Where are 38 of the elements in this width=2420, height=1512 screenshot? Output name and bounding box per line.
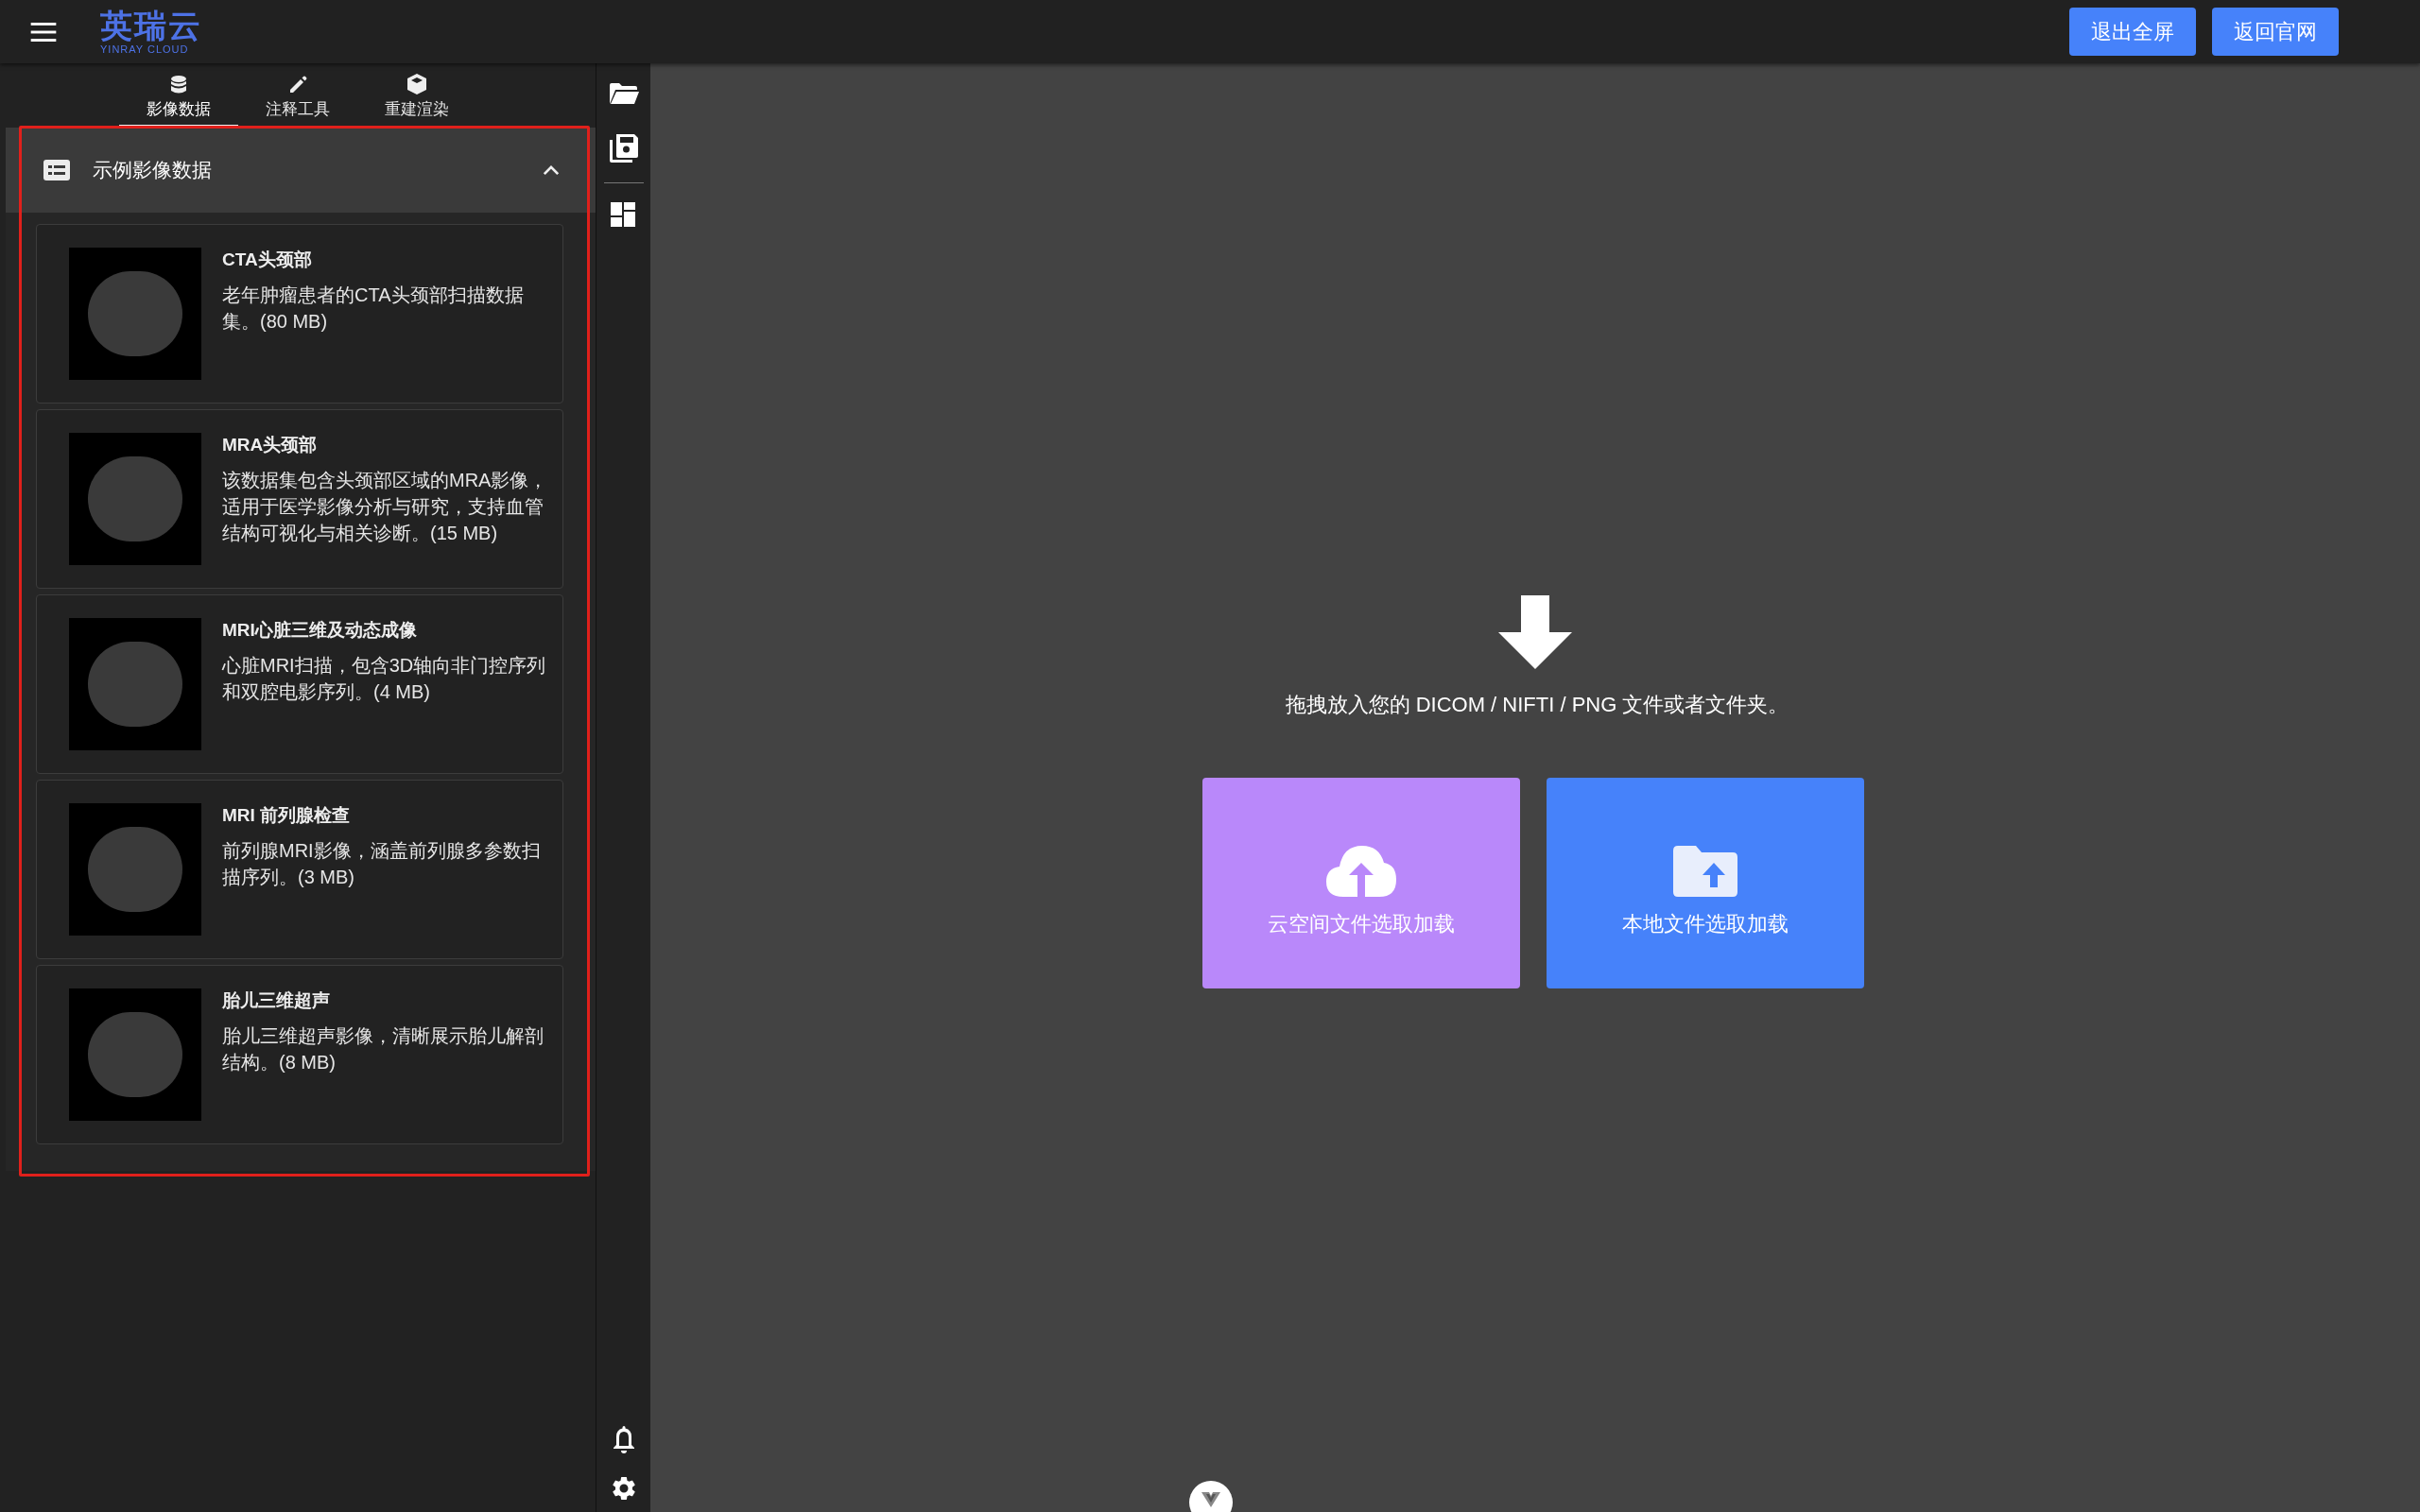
floating-toggle-button[interactable] — [1189, 1481, 1233, 1512]
logo-text: 英瑞云 — [100, 8, 202, 43]
dataset-card[interactable]: MRI心脏三维及动态成像 心脏MRI扫描，包含3D轴向非门控序列和双腔电影序列。(4 MB) — [36, 594, 563, 774]
download-arrow-icon — [1498, 595, 1572, 669]
layout-icon[interactable] — [610, 201, 637, 228]
dataset-description: 老年肿瘤患者的CTA头颈部扫描数据集。(80 MB) — [222, 284, 525, 334]
folder-upload-icon — [1673, 846, 1737, 897]
dataset-card[interactable]: CTA头颈部 老年肿瘤患者的CTA头颈部扫描数据集。(80 MB) — [36, 224, 563, 404]
v-logo-icon — [1201, 1492, 1220, 1507]
dataset-title: MRA头颈部 — [222, 434, 319, 456]
logo-subtitle: YINRAY CLOUD — [100, 43, 189, 56]
dataset-description: 胎儿三维超声影像，清晰展示胎儿解剖结构。(8 MB) — [222, 1024, 544, 1074]
dataset-description: 前列腺MRI影像，涵盖前列腺多参数扫描序列。(3 MB) — [222, 839, 542, 889]
database-icon — [170, 76, 187, 94]
cloud-upload-icon — [1326, 846, 1396, 897]
dataset-card[interactable]: 胎儿三维超声 胎儿三维超声影像，清晰展示胎儿解剖结构。(8 MB) — [36, 965, 563, 1144]
sidebar-tab[interactable]: 注释工具 — [238, 63, 357, 128]
header-button[interactable]: 退出全屏 — [2069, 8, 2196, 56]
local-load-button[interactable]: 本地文件选取加载 — [1547, 778, 1864, 988]
menu-icon[interactable] — [30, 20, 59, 43]
dataset-description: 心脏MRI扫描，包含3D轴向非门控序列和双腔电影序列。(4 MB) — [222, 654, 547, 704]
panel-header[interactable]: 示例影像数据 — [6, 128, 596, 213]
dataset-title: CTA头颈部 — [222, 249, 313, 271]
list-card-icon — [43, 160, 70, 180]
save-icon[interactable] — [607, 132, 640, 164]
panel-title: 示例影像数据 — [93, 158, 212, 183]
dataset-title: MRI 前列腺检查 — [222, 804, 352, 827]
dataset-description: 该数据集包含头颈部区域的MRA影像，适用于医学影像分析与研究，支持血管结构可视化与相关诊断。(15 MB) — [222, 469, 549, 545]
dataset-card[interactable]: MRA头颈部 该数据集包含头颈部区域的MRA影像，适用于医学影像分析与研究，支持血管结构可视化与相关诊断。(15 MB) — [36, 409, 563, 589]
drop-hint-text: 拖拽放入您的 DICOM / NIFTI / PNG 文件或者文件夹。 — [1285, 692, 1789, 718]
header-button[interactable]: 返回官网 — [2212, 8, 2339, 56]
pencil-icon — [288, 76, 307, 94]
dataset-card[interactable]: MRI 前列腺检查 前列腺MRI影像，涵盖前列腺多参数扫描序列。(3 MB) — [36, 780, 563, 959]
dataset-title: MRI心脏三维及动态成像 — [222, 619, 418, 642]
sidebar-tab[interactable]: 重建渲染 — [357, 63, 476, 128]
dataset-title: 胎儿三维超声 — [222, 989, 331, 1012]
folder-icon[interactable] — [608, 80, 639, 107]
cube-icon — [407, 74, 426, 94]
